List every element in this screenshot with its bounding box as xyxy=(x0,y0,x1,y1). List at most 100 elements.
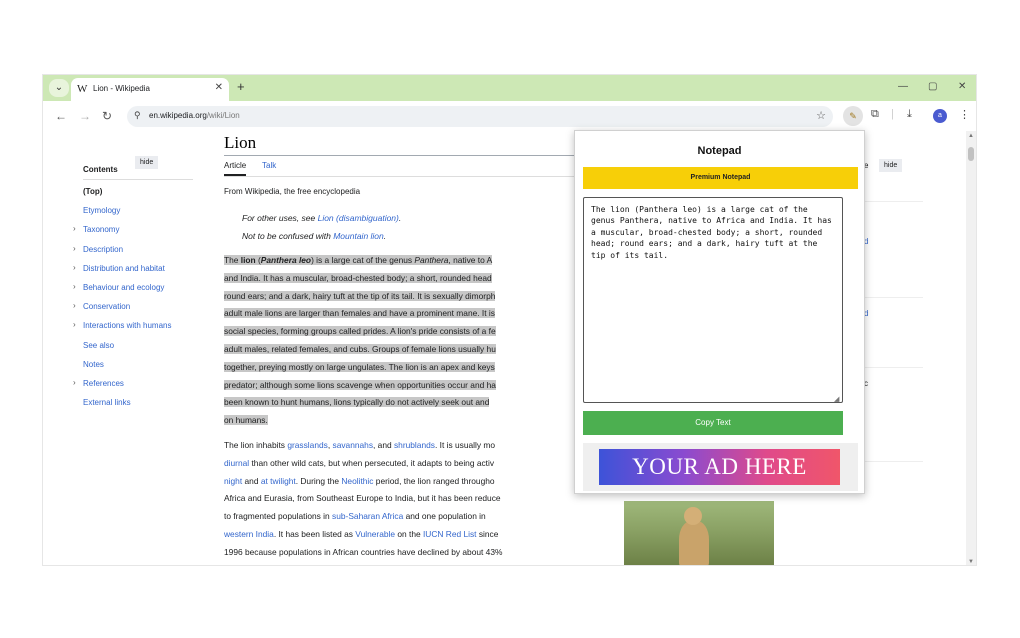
text-line: The lion (Panthera leo) is a large cat o… xyxy=(224,255,493,265)
toc-item-label: Behaviour and ecology xyxy=(83,282,165,292)
toc-item-label: Etymology xyxy=(83,206,121,216)
neolithic-link[interactable]: Neolithic xyxy=(341,476,373,486)
toolbar-separator: | xyxy=(891,108,894,120)
chevron-right-icon[interactable]: › xyxy=(73,244,76,253)
toc-item-label: Conservation xyxy=(83,302,131,312)
toc-item-external-links[interactable]: External links xyxy=(83,398,172,417)
hatnote-not-confused: Not to be confused with Mountain lion. xyxy=(242,231,387,241)
western-india-link[interactable]: western India xyxy=(224,529,274,539)
right-col-hide-button[interactable]: hide xyxy=(879,159,903,172)
lion-photo[interactable] xyxy=(624,501,774,565)
vulnerable-link[interactable]: Vulnerable xyxy=(355,529,395,539)
premium-notepad-button[interactable]: Premium Notepad xyxy=(583,167,858,189)
wikipedia-favicon-icon: W xyxy=(77,83,88,95)
text-line: The lion inhabits grasslands, savannahs,… xyxy=(224,440,496,450)
sub-saharan-africa-link[interactable]: sub-Saharan Africa xyxy=(332,511,403,521)
text-line: to fragmented populations in sub-Saharan… xyxy=(224,511,486,522)
notepad-extension-icon[interactable]: ✎ xyxy=(843,106,863,126)
maximize-icon[interactable]: ▢ xyxy=(928,81,937,92)
page-title: Lion xyxy=(224,133,257,152)
toc-hide-button[interactable]: hide xyxy=(135,156,159,169)
text-line: night and at twilight. During the Neolit… xyxy=(224,475,495,486)
toc-item-top[interactable]: (Top) xyxy=(83,187,172,206)
site-info-icon[interactable]: ⚲ xyxy=(134,110,141,121)
toc-item-taxonomy[interactable]: › Taxonomy xyxy=(73,224,172,244)
text-line: adult male lions are larger than females… xyxy=(224,308,495,319)
ad-banner[interactable]: YOUR AD HERE xyxy=(599,449,840,485)
toc-item-behaviour-and-ecology[interactable]: › Behaviour and ecology xyxy=(73,282,172,302)
tab-article[interactable]: Article xyxy=(224,161,247,176)
puzzle-extensions-icon[interactable]: ⧉ xyxy=(871,108,879,121)
table-of-contents: Contents hide (Top) Etymology › Taxonomy › De… xyxy=(73,156,223,407)
iucn-red-list-link[interactable]: IUCN Red List xyxy=(423,529,477,539)
toc-item-label: See also xyxy=(83,340,115,350)
toc-item-label: (Top) xyxy=(83,187,103,196)
toc-item-label: Description xyxy=(83,244,124,254)
tab-talk[interactable]: Talk xyxy=(262,161,276,170)
chevron-right-icon[interactable]: › xyxy=(73,263,76,272)
copy-text-button[interactable]: Copy Text xyxy=(583,411,843,435)
toc-list: (Top) Etymology › Taxonomy › Description › Dist… xyxy=(73,187,172,417)
tab-lion-wikipedia[interactable]: W Lion - Wikipedia ✕ xyxy=(71,78,229,101)
text-line: western India. It has been listed as Vul… xyxy=(224,528,499,539)
back-arrow-icon[interactable]: ← xyxy=(55,109,67,123)
reload-icon[interactable]: ↻ xyxy=(102,109,112,123)
address-bar[interactable]: ⚲ en.wikipedia.org/wiki/Lion ☆ xyxy=(127,106,833,127)
disambiguation-link[interactable]: Lion (disambiguation) xyxy=(318,213,399,223)
chevron-right-icon[interactable]: › xyxy=(73,301,76,310)
shrublands-link[interactable]: shrublands xyxy=(394,440,435,450)
tagline: From Wikipedia, the free encyclopedia xyxy=(224,187,361,196)
window-close-icon[interactable]: ✕ xyxy=(958,81,966,92)
toc-item-label: Notes xyxy=(83,359,104,369)
chevron-right-icon[interactable]: › xyxy=(73,224,76,233)
toc-item-description[interactable]: › Description xyxy=(73,244,172,264)
forward-arrow-icon[interactable]: → xyxy=(79,109,91,123)
star-icon[interactable]: ☆ xyxy=(816,109,826,122)
ad-container: YOUR AD HERE xyxy=(583,443,858,491)
toc-item-label: Distribution and habitat xyxy=(83,263,165,273)
resize-handle-icon[interactable]: ◢ xyxy=(834,395,839,403)
text-line: 1996 because populations in African coun… xyxy=(224,546,503,557)
night-link[interactable]: night xyxy=(224,476,242,486)
scroll-down-icon[interactable]: ▼ xyxy=(968,559,974,565)
notepad-title: Notepad xyxy=(697,145,742,157)
toc-item-etymology[interactable]: Etymology xyxy=(83,206,172,225)
toc-item-references[interactable]: › References xyxy=(73,378,172,398)
chevron-right-icon[interactable]: › xyxy=(73,320,76,329)
download-icon[interactable]: ⤓ xyxy=(907,108,912,121)
toc-item-label: References xyxy=(83,378,124,388)
savannahs-link[interactable]: savannahs xyxy=(333,440,374,450)
chevron-right-icon[interactable]: › xyxy=(73,378,76,387)
tab-list-icon[interactable]: ⌄ xyxy=(49,79,69,97)
toc-item-notes[interactable]: Notes xyxy=(83,360,172,379)
tab-strip: ⌄ W Lion - Wikipedia ✕ + — ▢ ✕ xyxy=(43,75,976,101)
page-scrollbar[interactable]: ▲ ▼ xyxy=(966,131,976,565)
text-line: social species, forming groups called pr… xyxy=(224,326,496,337)
text-line: been known to hunt humans, lions typical… xyxy=(224,397,490,408)
diurnal-link[interactable]: diurnal xyxy=(224,458,249,468)
plus-icon[interactable]: + xyxy=(237,79,245,94)
lion-figure xyxy=(679,521,709,565)
divider xyxy=(224,155,604,156)
minimize-icon[interactable]: — xyxy=(898,81,908,92)
url-text[interactable]: en.wikipedia.org/wiki/Lion xyxy=(149,111,240,120)
text-line: adult males, related females, and cubs. … xyxy=(224,343,496,354)
toc-item-distribution-and-habitat[interactable]: › Distribution and habitat xyxy=(73,263,172,283)
twilight-link[interactable]: at twilight xyxy=(261,476,296,486)
mountain-lion-link[interactable]: Mountain lion xyxy=(333,231,384,241)
avatar[interactable]: a xyxy=(933,109,947,123)
toc-item-interactions-with-humans[interactable]: › Interactions with humans xyxy=(73,320,172,340)
lead-paragraph-selected: The lion (Panthera leo) is a large cat o… xyxy=(224,252,604,430)
scroll-up-icon[interactable]: ▲ xyxy=(968,133,974,139)
text-line: and India. It has a muscular, broad-ches… xyxy=(224,272,492,283)
close-icon[interactable]: ✕ xyxy=(215,82,223,93)
notepad-textarea[interactable]: The lion (Panthera leo) is a large cat o… xyxy=(583,197,843,403)
toc-item-conservation[interactable]: › Conservation xyxy=(73,301,172,321)
chevron-right-icon[interactable]: › xyxy=(73,282,76,291)
divider xyxy=(83,179,193,180)
tab-title: Lion - Wikipedia xyxy=(93,84,150,93)
grasslands-link[interactable]: grasslands xyxy=(287,440,328,450)
toc-item-see-also[interactable]: See also xyxy=(83,341,172,360)
scroll-thumb[interactable] xyxy=(968,147,974,161)
kebab-menu-icon[interactable]: ⋮ xyxy=(959,108,970,121)
